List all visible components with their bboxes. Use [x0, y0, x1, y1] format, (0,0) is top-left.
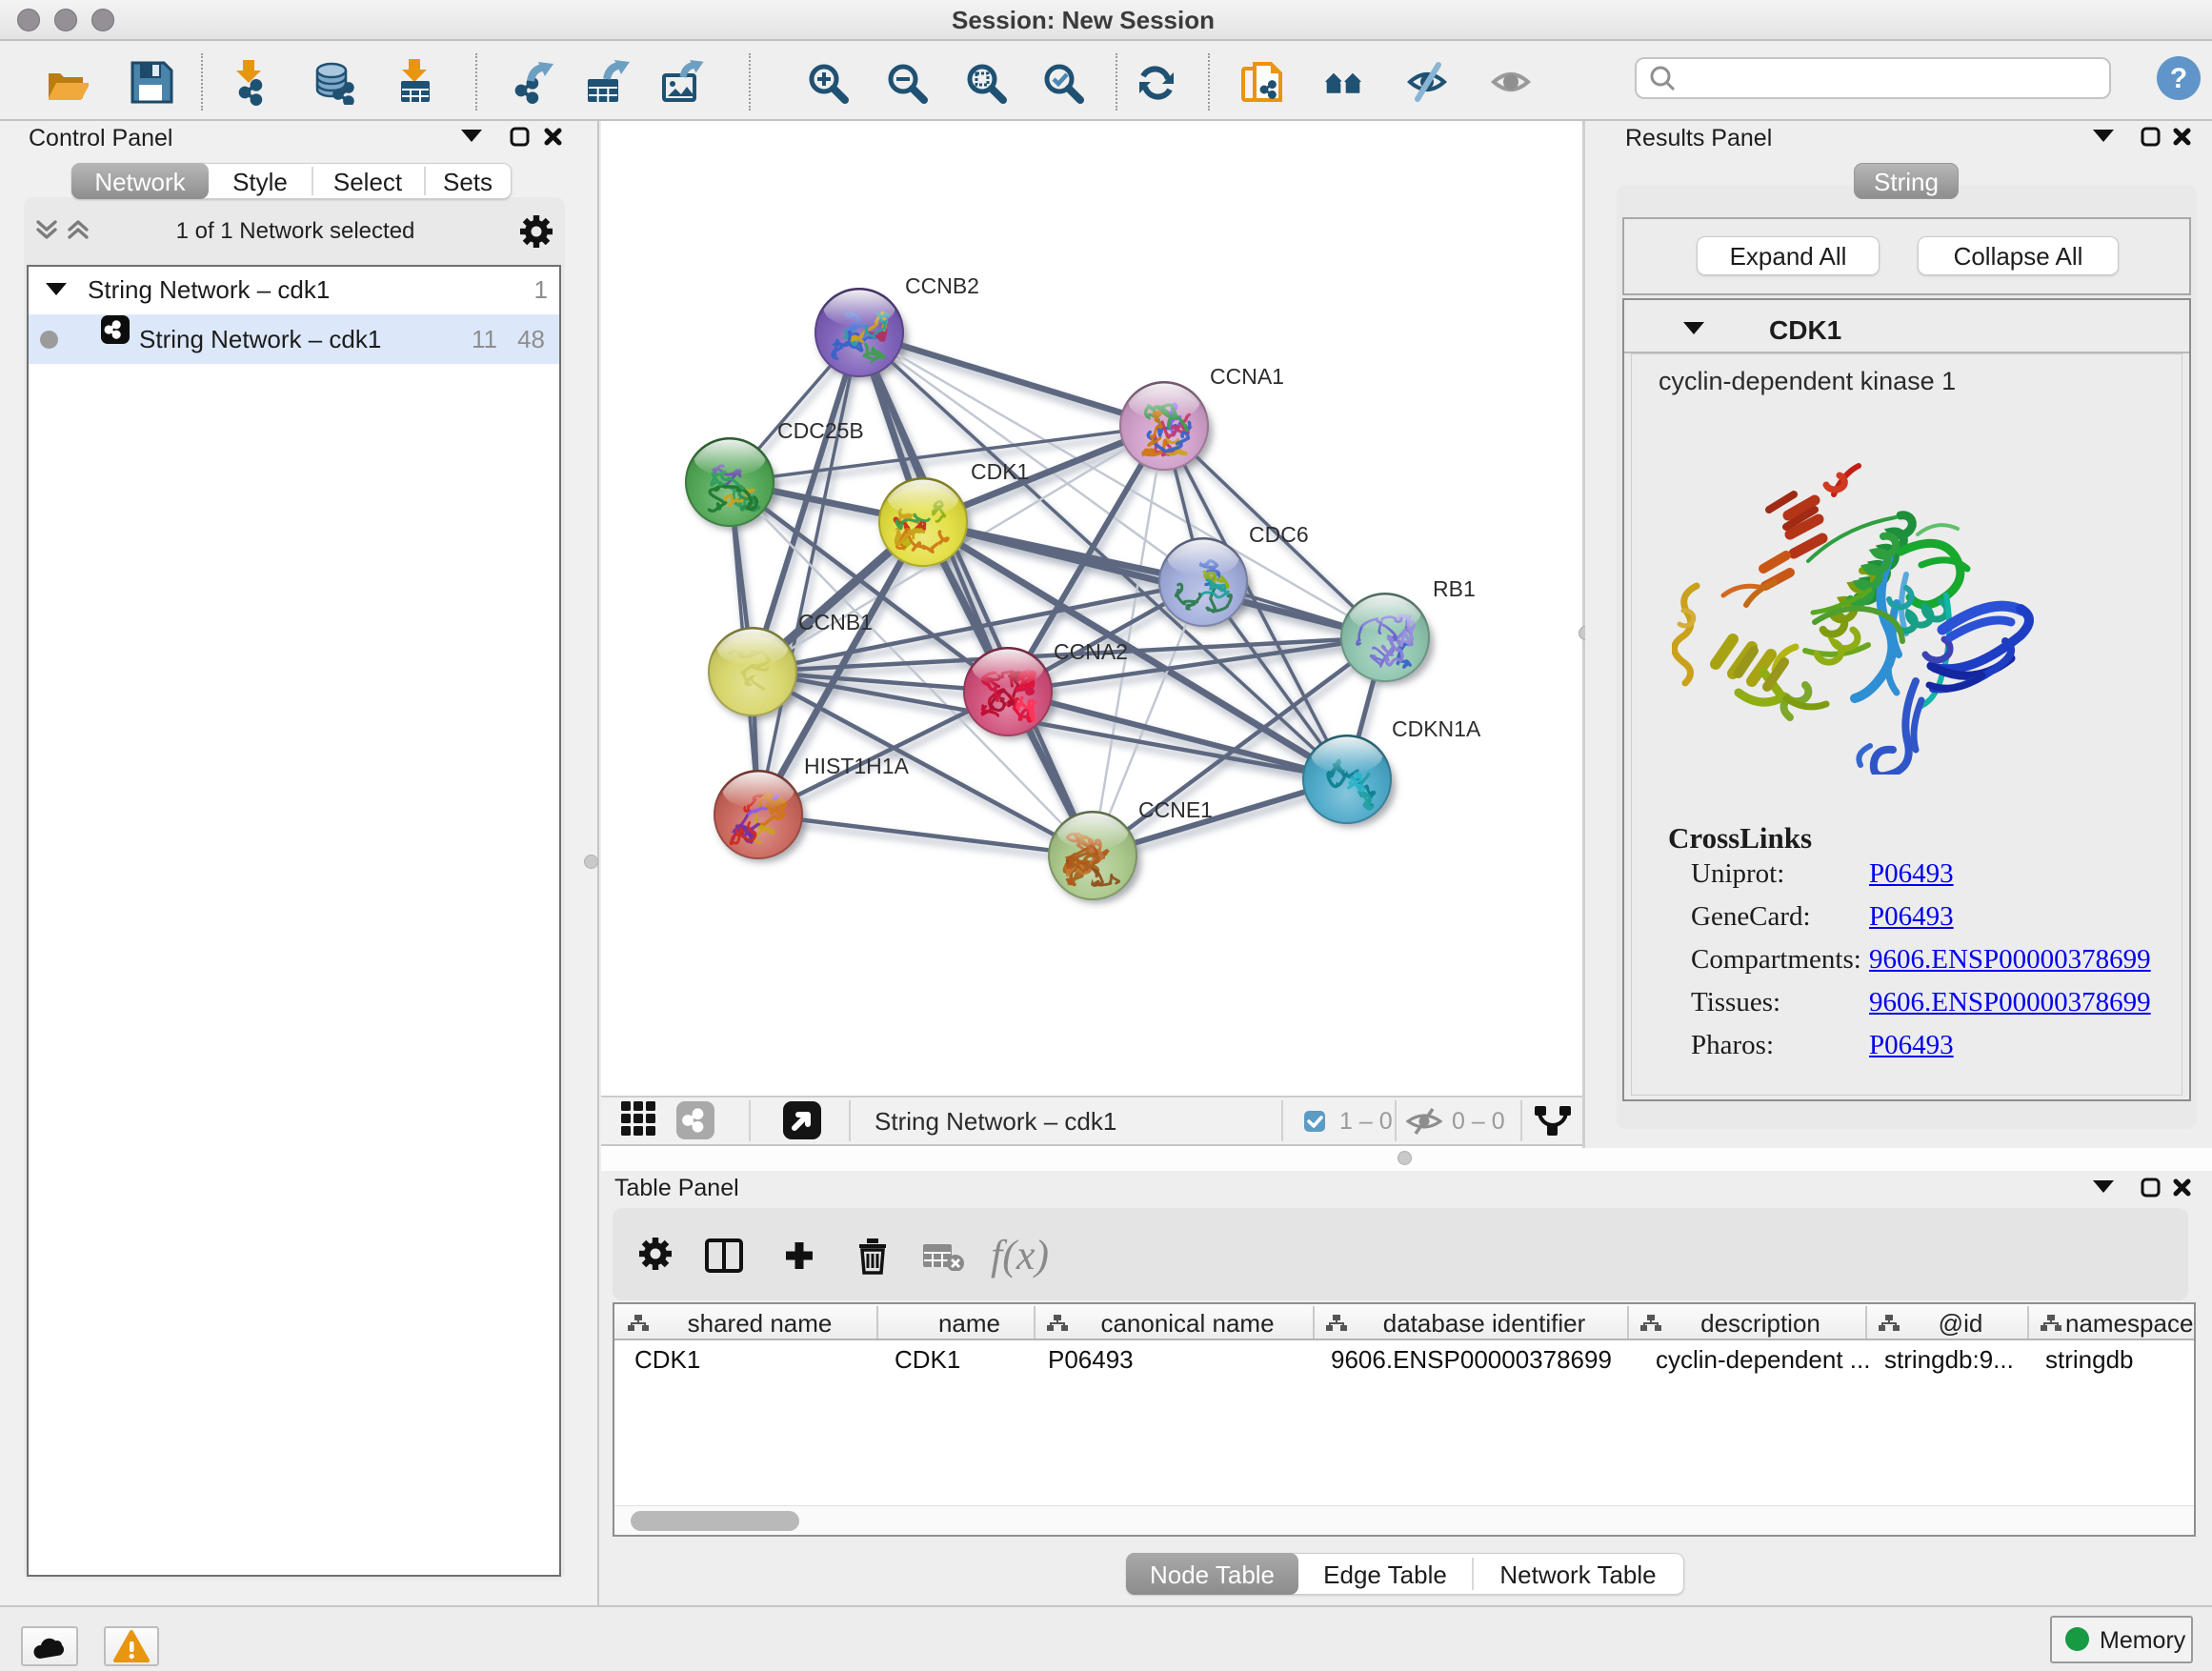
svg-text:HIST1H1A: HIST1H1A [804, 754, 910, 778]
svg-text:CCNB2: CCNB2 [905, 273, 979, 298]
svg-text:CDC6: CDC6 [1249, 522, 1309, 547]
svg-text:CDC25B: CDC25B [777, 418, 864, 443]
svg-text:CCNB1: CCNB1 [798, 610, 873, 634]
svg-text:CCNE1: CCNE1 [1138, 797, 1213, 822]
svg-text:CCNA1: CCNA1 [1210, 364, 1284, 389]
svg-text:?: ? [2170, 63, 2187, 94]
svg-text:CDKN1A: CDKN1A [1392, 716, 1481, 741]
svg-text:CDK1: CDK1 [971, 459, 1029, 484]
svg-text:CCNA2: CCNA2 [1054, 639, 1128, 664]
svg-text:RB1: RB1 [1433, 576, 1476, 601]
